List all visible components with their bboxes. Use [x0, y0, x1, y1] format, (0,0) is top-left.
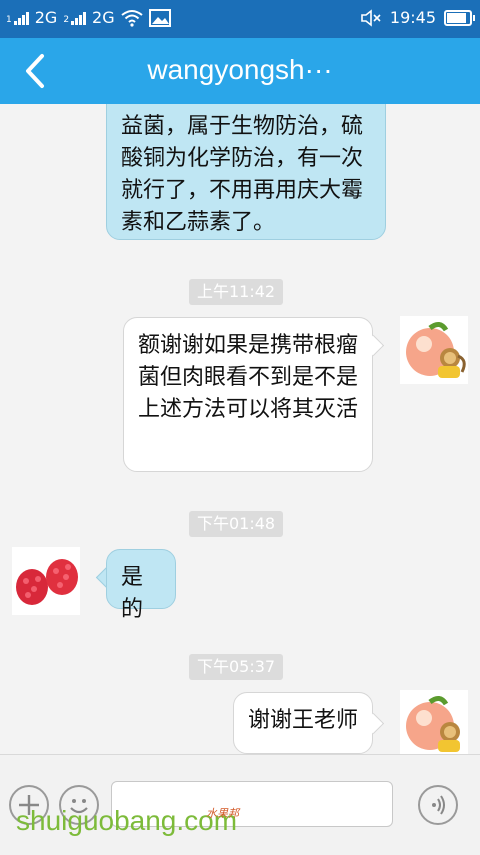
timestamp: 下午05:37 — [189, 654, 284, 680]
network-type: 2G — [34, 8, 58, 27]
mute-icon — [361, 8, 381, 27]
status-bar: 1 2G 2 2G 19:45 — [0, 0, 480, 38]
watermark-cn: 水果邦 — [206, 807, 239, 820]
message-text: 额谢谢如果是携带根瘤菌但肉眼看不到是不是上述方法可以将其灭活 — [138, 333, 359, 422]
avatar[interactable] — [12, 547, 80, 615]
wifi-icon — [121, 9, 143, 27]
timestamp: 下午01:48 — [189, 511, 284, 537]
message-text: 谢谢王老师 — [248, 708, 359, 733]
header: wangyongsh··· — [0, 38, 480, 104]
timestamp: 上午11:42 — [189, 279, 284, 305]
chat-list[interactable]: 益菌，属于生物防治，硫酸铜为化学防治，有一次就行了，不用再用庆大霉素和乙蒜素了。… — [0, 104, 480, 754]
battery-icon — [444, 9, 475, 26]
image-notification-icon — [148, 8, 171, 27]
input-bar: shuiguobang.com 水果邦 — [0, 754, 480, 855]
sim-slot-label: 2 — [63, 14, 70, 25]
message-bubble-outgoing[interactable]: 谢谢王老师 — [233, 692, 373, 754]
watermark: shuiguobang.com — [16, 805, 238, 836]
signal-icon: 1 — [6, 11, 29, 25]
message-bubble-outgoing[interactable]: 额谢谢如果是携带根瘤菌但肉眼看不到是不是上述方法可以将其灭活 — [123, 317, 373, 472]
voice-icon — [432, 795, 445, 815]
voice-button[interactable] — [418, 785, 458, 825]
sim-slot-label: 1 — [6, 14, 12, 25]
message-text: 益菌，属于生物防治，硫酸铜为化学防治，有一次就行了，不用再用庆大霉素和乙蒜素了。 — [121, 114, 364, 235]
avatar[interactable] — [400, 690, 468, 754]
message-text: 是的 — [121, 565, 144, 622]
clock: 19:45 — [389, 8, 436, 27]
contact-name: wangyongsh··· — [147, 54, 333, 85]
network-type: 2G — [92, 8, 115, 27]
avatar[interactable] — [400, 316, 468, 384]
message-bubble-incoming[interactable]: 益菌，属于生物防治，硫酸铜为化学防治，有一次就行了，不用再用庆大霉素和乙蒜素了。 — [106, 104, 386, 240]
message-bubble-incoming[interactable]: 是的 — [106, 549, 176, 622]
signal-icon: 2 — [63, 11, 87, 25]
